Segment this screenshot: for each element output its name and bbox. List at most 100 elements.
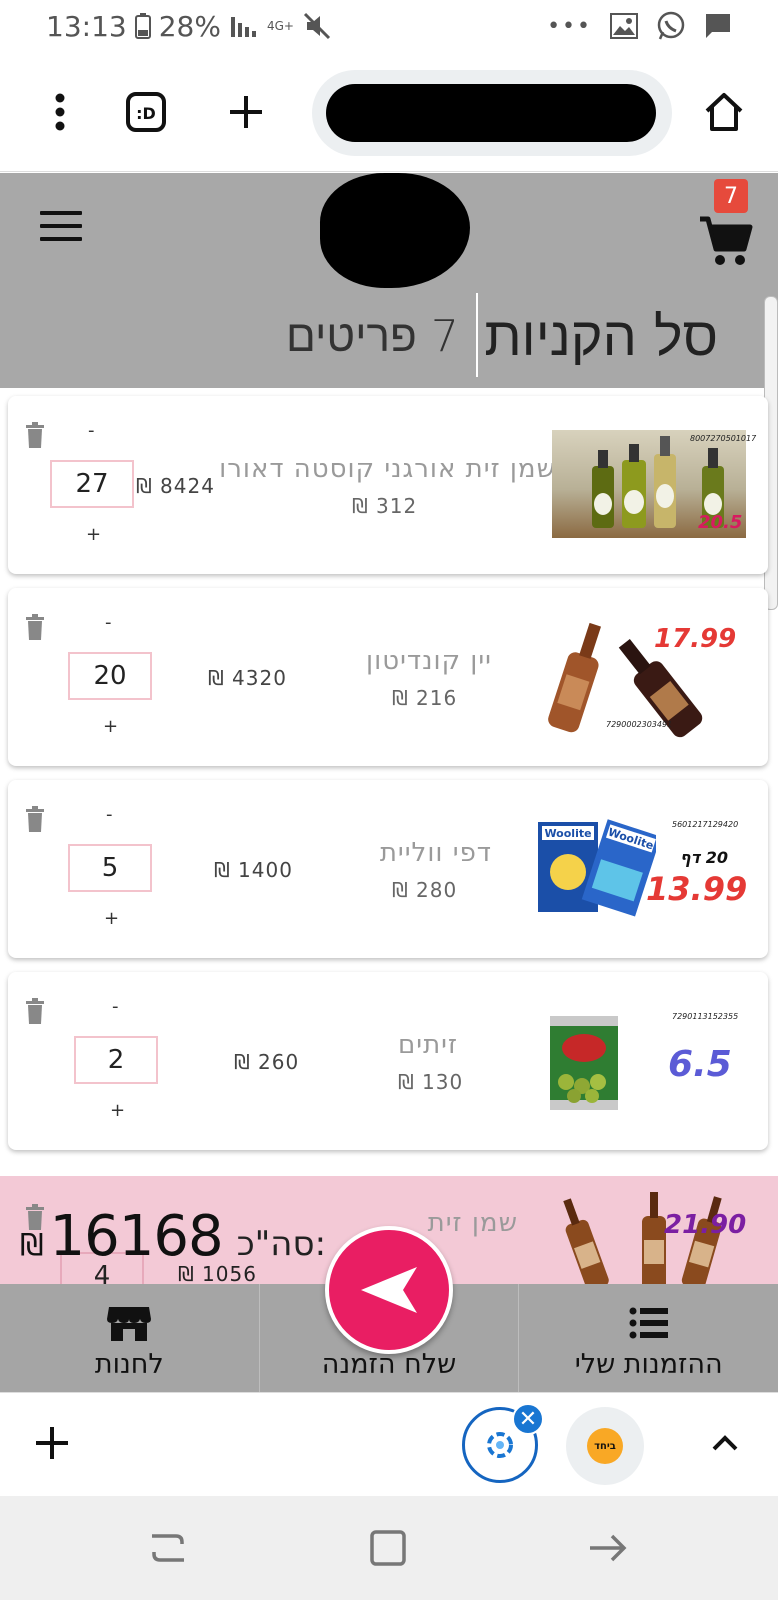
order-total: ₪ 16168 סה"כ:	[20, 1204, 326, 1269]
status-time: 13:13	[46, 9, 127, 43]
cart-item: - 5 + 1400 ₪ דפי ווליית 280 ₪ Woolite Wo…	[8, 780, 768, 958]
product-image	[548, 1010, 620, 1116]
send-order-button[interactable]	[325, 1226, 453, 1354]
unit-price: 216 ₪	[392, 686, 458, 710]
home-button[interactable]	[700, 88, 748, 136]
barcode: 7290002303491	[606, 720, 673, 729]
items-count: 7 פריטים	[286, 311, 459, 362]
line-total: 4320 ₪	[208, 666, 287, 690]
site-favicon: ביחד	[587, 1428, 623, 1464]
redacted-url	[326, 84, 656, 142]
qty-increment-button[interactable]: +	[110, 1100, 125, 1121]
line-total: 8424 ₪	[136, 474, 215, 498]
plus-icon	[230, 96, 262, 128]
cart-icon[interactable]	[698, 213, 754, 269]
product-image: Woolite Woolite	[536, 816, 656, 920]
unit-price: 280 ₪	[392, 878, 458, 902]
gallery-icon	[610, 13, 638, 39]
cart-item: - 2 + 260 ₪ זיתים 130 ₪ 7290113152355 6.…	[8, 972, 768, 1150]
more-vert-icon	[55, 93, 65, 131]
total-label: סה"כ:	[236, 1224, 327, 1264]
promo-price: 17.99	[654, 624, 737, 654]
unit-price: 130 ₪	[398, 1070, 464, 1094]
product-name: זיתים	[398, 1030, 458, 1060]
unit-price: 312 ₪	[352, 494, 418, 518]
qty-increment-button[interactable]: +	[103, 716, 118, 737]
nav-my-orders-label: ההזמנות שלי	[574, 1349, 723, 1380]
mute-icon	[303, 12, 330, 40]
signal-icon	[230, 17, 256, 37]
barcode: 7290113152355	[672, 1012, 739, 1021]
battery-icon	[134, 13, 151, 39]
redacted-logo	[320, 173, 470, 288]
barcode: 5601217129420	[672, 820, 739, 829]
promo-note: 20 דף	[680, 848, 729, 867]
home-icon	[705, 93, 743, 131]
title-divider	[476, 293, 478, 377]
product-name: יין קונדיטון	[366, 646, 492, 676]
cart-item: - 20 + 4320 ₪ יין קונדיטון 216 ₪ 17.99 7…	[8, 588, 768, 766]
trash-icon[interactable]	[24, 998, 46, 1024]
site-tab-button[interactable]: ביחד	[566, 1407, 644, 1485]
send-icon	[361, 1267, 417, 1313]
quantity-input[interactable]: 20	[68, 652, 152, 700]
promo-price: 6.5	[668, 1044, 732, 1085]
qty-decrement-button[interactable]: -	[105, 612, 112, 633]
product-name: דפי ווליית	[379, 838, 492, 868]
nav-my-orders[interactable]: ההזמנות שלי	[518, 1284, 778, 1392]
trash-icon[interactable]	[24, 806, 46, 832]
qty-decrement-button[interactable]: -	[88, 420, 95, 441]
total-value: 16168	[49, 1204, 224, 1269]
url-bar[interactable]	[312, 70, 672, 156]
browser-bottom-toolbar: ✕ ביחד	[0, 1392, 778, 1496]
page-title: סל הקניות	[484, 305, 718, 368]
home-nav-icon[interactable]	[366, 1526, 410, 1570]
trash-icon[interactable]	[24, 614, 46, 640]
store-icon	[107, 1307, 152, 1341]
quantity-input[interactable]: 5	[68, 844, 152, 892]
extension-close-button[interactable]: ✕	[512, 1403, 544, 1435]
quantity-input[interactable]: 27	[50, 460, 134, 508]
trash-icon[interactable]	[24, 422, 46, 448]
network-type: 4G+	[266, 19, 294, 33]
plus-icon[interactable]	[34, 1425, 70, 1461]
battery-percent: 28%	[158, 9, 221, 43]
qty-increment-button[interactable]: +	[104, 908, 119, 929]
cart-count-badge: 7	[714, 179, 748, 213]
message-icon	[706, 14, 730, 38]
extension-icon	[487, 1432, 513, 1458]
promo-price: 20.5	[698, 512, 743, 533]
svg-text:Woolite: Woolite	[544, 827, 591, 840]
hamburger-icon[interactable]	[40, 211, 82, 241]
qty-decrement-button[interactable]: -	[112, 996, 119, 1017]
list-icon	[629, 1307, 668, 1339]
system-nav-bar	[0, 1496, 778, 1600]
chevron-up-icon[interactable]	[710, 1429, 740, 1459]
cart-item: - 27 + 8424 ₪ שמן זית אורגני קוסטה דאורו…	[8, 396, 768, 574]
new-tab-button[interactable]	[222, 88, 270, 136]
more-notifications-icon: •••	[547, 13, 592, 39]
qty-increment-button[interactable]: +	[86, 524, 101, 545]
back-icon[interactable]	[586, 1526, 630, 1570]
whatsapp-icon	[657, 11, 685, 40]
product-name: שמן זית	[427, 1208, 518, 1238]
qty-decrement-button[interactable]: -	[106, 804, 113, 825]
site-tab-label: ביחד	[594, 1440, 616, 1452]
line-total: 1400 ₪	[214, 858, 293, 882]
product-name: שמן זית אורגני קוסטה דאורו	[219, 454, 556, 484]
status-bar: 13:13 28% 4G+ •••	[0, 0, 778, 52]
tab-switcher-button[interactable]: :D	[122, 88, 170, 136]
tab-switcher-icon: :D	[126, 92, 166, 132]
barcode: 8007270501017	[690, 434, 757, 443]
svg-text::D: :D	[136, 104, 156, 123]
promo-price: 13.99	[646, 870, 748, 908]
app-header: 7 סל הקניות 7 פריטים	[0, 173, 778, 388]
nav-stores-label: לחנות	[94, 1349, 164, 1380]
nav-stores[interactable]: לחנות	[0, 1284, 259, 1392]
line-total: 260 ₪	[234, 1050, 300, 1074]
recents-icon[interactable]	[146, 1526, 190, 1570]
promo-price: 21.90	[664, 1210, 747, 1240]
currency-symbol: ₪	[20, 1228, 44, 1263]
browser-menu-button[interactable]	[36, 88, 84, 136]
quantity-input[interactable]: 2	[74, 1036, 158, 1084]
